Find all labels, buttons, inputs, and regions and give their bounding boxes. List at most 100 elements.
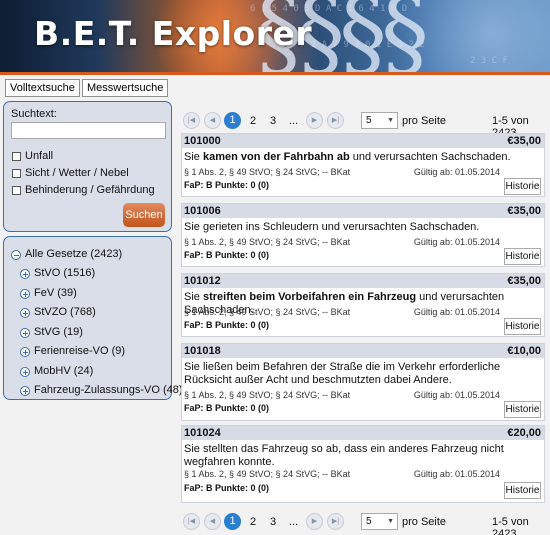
result-range: 1-5 von 2423 [492,516,529,535]
first-page-icon[interactable]: |◀ [183,513,200,530]
history-button[interactable]: Historie [504,178,541,195]
entry-price: €35,00 [507,275,541,287]
tab-volltextsuche[interactable]: Volltextsuche [5,79,80,97]
first-page-icon[interactable]: |◀ [183,112,200,129]
tree-item-law[interactable]: Ferienreise-VO (9) [34,345,125,357]
tree-item-law[interactable]: Fahrzeug-Zulassungs-VO (48) [34,384,183,396]
entry-points: FaP: B Punkte: 0 (0) [184,180,270,190]
entry-number: 101012 [184,275,221,287]
history-button[interactable]: Historie [504,248,541,265]
result-entry: 101012 €35,00 Sie streiften beim Vorbeif… [181,273,545,337]
per-page-label: pro Seite [402,516,447,528]
per-page-label: pro Seite [402,115,447,127]
per-page-value: 5 [366,115,372,126]
search-panel: Suchtext: Unfall Sicht / Wetter / Nebel … [3,101,172,232]
expand-icon[interactable] [20,289,30,299]
result-entry: 101024 €20,00 Sie stellten das Fahrzeug … [181,425,545,503]
entry-price: €35,00 [507,205,541,217]
entry-valid-from: Gültig ab: 01.05.2014 [413,167,500,177]
prev-page-icon[interactable]: ◀ [204,513,221,530]
history-button[interactable]: Historie [504,482,541,499]
tree-item-law[interactable]: StVO (1516) [34,267,95,279]
header-divider [0,72,550,75]
entry-valid-from: Gültig ab: 01.05.2014 [413,390,500,400]
entry-number: 101024 [184,427,221,439]
result-entry: 101000 €35,00 Sie kamen von der Fahrbahn… [181,133,545,197]
page-1-button[interactable]: 1 [224,513,241,530]
checkbox-sicht-wetter-nebel[interactable] [12,169,21,178]
checkbox-label: Sicht / Wetter / Nebel [25,167,129,179]
entry-description: Sie gerieten ins Schleudern und verursac… [184,221,480,233]
entry-points: FaP: B Punkte: 0 (0) [184,320,270,330]
page-2-link[interactable]: 2 [250,516,256,528]
entry-price: €20,00 [507,427,541,439]
entry-header [182,204,544,218]
collapse-icon[interactable] [11,250,21,260]
entry-valid-from: Gültig ab: 01.05.2014 [413,307,500,317]
entry-law-reference: § 1 Abs. 2, § 49 StVO; § 24 StVG; -- BKa… [184,237,351,247]
chevron-down-icon: ▼ [387,518,394,525]
last-page-icon[interactable]: ▶| [327,513,344,530]
checkbox-behinderung-gefaehrdung[interactable] [12,186,21,195]
banner-decoration: 2 3 C F [470,56,508,66]
entry-law-reference: § 1 Abs. 2, § 49 StVO; § 24 StVG; -- BKa… [184,469,351,479]
laws-tree-panel: Alle Gesetze (2423) StVO (1516) FeV (39)… [3,236,183,400]
entry-valid-from: Gültig ab: 01.05.2014 [413,237,500,247]
per-page-value: 5 [366,516,372,527]
history-button[interactable]: Historie [504,401,541,418]
entry-header [182,426,544,440]
next-page-icon[interactable]: ▶ [306,513,323,530]
entry-valid-from: Gültig ab: 01.05.2014 [413,469,500,479]
app-title: B.E.T. Explorer [34,14,313,53]
page-1-button[interactable]: 1 [224,112,241,129]
search-label: Suchtext: [11,108,57,120]
prev-page-icon[interactable]: ◀ [204,112,221,129]
expand-icon[interactable] [20,367,30,377]
entry-header [182,134,544,148]
header-banner: 6 1 5 4 0 3 D A C 1 6 4 1 0 D F 2 A 7 9 … [0,0,550,72]
checkbox-unfall[interactable] [12,152,21,161]
expand-icon[interactable] [20,269,30,279]
entry-description: Sie ließen beim Befahren der Straße die … [184,361,501,386]
per-page-select[interactable]: 5 ▼ [361,112,398,129]
expand-icon[interactable] [20,347,30,357]
entry-price: €35,00 [507,135,541,147]
page-3-link[interactable]: 3 [270,516,276,528]
expand-icon[interactable] [20,328,30,338]
expand-icon[interactable] [20,386,30,396]
page-2-link[interactable]: 2 [250,115,256,127]
tree-item-law[interactable]: StVZO (768) [34,306,96,318]
per-page-select[interactable]: 5 ▼ [361,513,398,530]
result-entry: 101018 €10,00 Sie ließen beim Befahren d… [181,343,545,421]
page-ellipsis: ... [289,516,299,528]
tree-item-law[interactable]: StVG (19) [34,326,83,338]
entry-number: 101000 [184,135,221,147]
entry-number: 101006 [184,205,221,217]
tree-item-law[interactable]: MobHV (24) [34,365,93,377]
entry-description: Sie stellten das Fahrzeug so ab, dass ei… [184,443,504,468]
checkbox-label: Unfall [25,150,54,162]
checkbox-label: Behinderung / Gefährdung [25,184,155,196]
search-button[interactable]: Suchen [123,203,165,227]
page-3-link[interactable]: 3 [270,115,276,127]
tree-item-all-laws[interactable]: Alle Gesetze (2423) [25,248,122,260]
entry-points: FaP: B Punkte: 0 (0) [184,403,270,413]
tree-item-law[interactable]: FeV (39) [34,287,77,299]
tab-messwertsuche[interactable]: Messwertsuche [82,79,169,97]
entry-number: 101018 [184,345,221,357]
entry-law-reference: § 1 Abs. 2, § 49 StVO; § 24 StVG; -- BKa… [184,307,351,317]
entry-points: FaP: B Punkte: 0 (0) [184,250,270,260]
entry-description: Sie kamen von der Fahrbahn ab und verurs… [184,151,511,163]
history-button[interactable]: Historie [504,318,541,335]
entry-header [182,274,544,288]
entry-law-reference: § 1 Abs. 2, § 49 StVO; § 24 StVG; -- BKa… [184,167,351,177]
page-ellipsis: ... [289,115,299,127]
expand-icon[interactable] [20,308,30,318]
next-page-icon[interactable]: ▶ [306,112,323,129]
entry-points: FaP: B Punkte: 0 (0) [184,483,270,493]
entry-header [182,344,544,358]
search-input[interactable] [11,122,166,139]
entry-law-reference: § 1 Abs. 2, § 49 StVO; § 24 StVG; -- BKa… [184,390,351,400]
last-page-icon[interactable]: ▶| [327,112,344,129]
chevron-down-icon: ▼ [387,117,394,124]
